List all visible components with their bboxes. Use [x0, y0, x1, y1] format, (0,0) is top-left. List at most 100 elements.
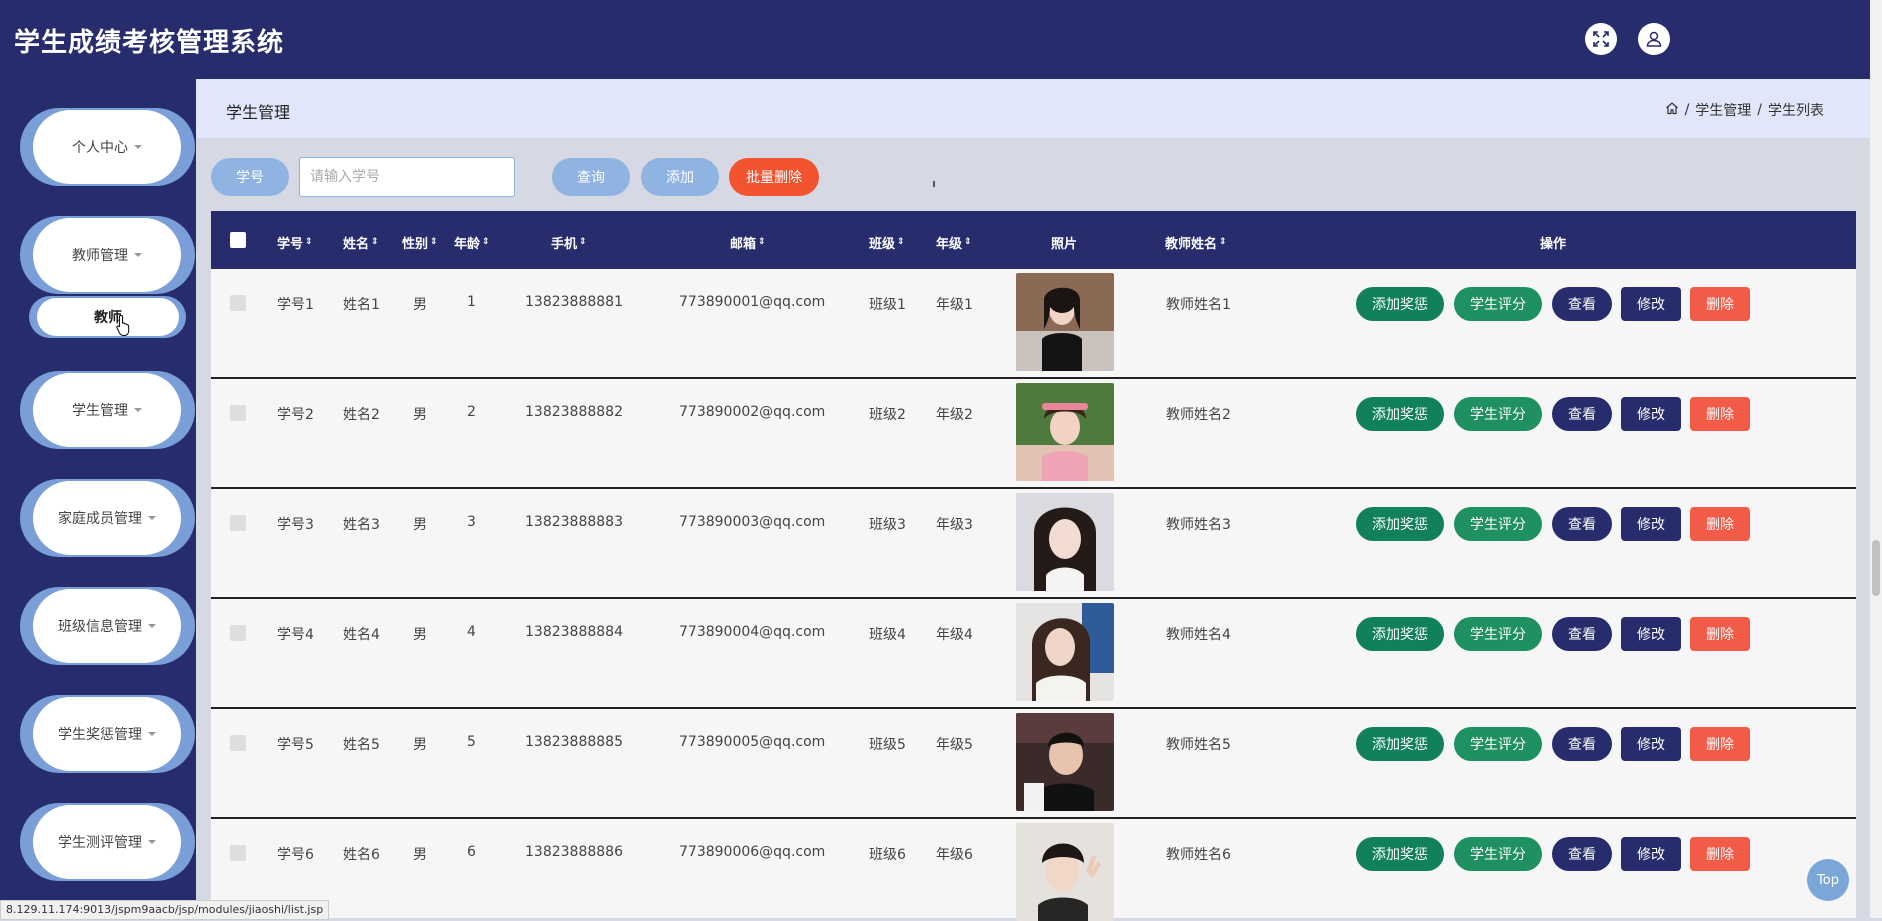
score-button[interactable]: 学生评分 [1454, 397, 1542, 431]
delete-button[interactable]: 删除 [1690, 397, 1750, 431]
back-to-top-button[interactable]: Top [1807, 859, 1849, 901]
score-button[interactable]: 学生评分 [1454, 507, 1542, 541]
cell-name: 姓名2 [343, 407, 380, 423]
batch-delete-button[interactable]: 批量删除 [729, 158, 819, 196]
edit-button[interactable]: 修改 [1621, 397, 1681, 431]
edit-button[interactable]: 修改 [1621, 727, 1681, 761]
add-button[interactable]: 添加 [641, 158, 719, 196]
top-header: 学生成绩考核管理系统 [0, 0, 1870, 79]
delete-button[interactable]: 删除 [1690, 287, 1750, 321]
scrollbar-thumb[interactable] [1872, 540, 1880, 596]
view-button[interactable]: 查看 [1552, 397, 1612, 431]
th-label: 性别 [402, 237, 429, 252]
view-button[interactable]: 查看 [1552, 727, 1612, 761]
view-button[interactable]: 查看 [1552, 837, 1612, 871]
th-email[interactable]: 邮箱 ⇕ [730, 233, 766, 252]
th-age[interactable]: 年龄 ⇕ [454, 233, 490, 252]
search-input[interactable] [299, 157, 515, 197]
th-class[interactable]: 班级 ⇕ [869, 233, 905, 252]
sidebar-item-family-management[interactable]: 家庭成员管理 [20, 479, 195, 557]
table-row: 学号6 姓名6 男 6 13823888886 773890006@qq.com… [211, 819, 1856, 921]
view-button[interactable]: 查看 [1552, 507, 1612, 541]
caret-down-icon [148, 624, 156, 628]
query-button[interactable]: 查询 [552, 158, 630, 196]
row-checkbox[interactable] [230, 845, 246, 861]
app-title: 学生成绩考核管理系统 [14, 28, 285, 58]
cell-grade: 年级3 [936, 517, 973, 533]
breadcrumb-item-current: 学生列表 [1768, 103, 1824, 119]
th-name[interactable]: 姓名 ⇕ [343, 233, 379, 252]
cell-phone: 13823888885 [525, 734, 623, 750]
view-button[interactable]: 查看 [1552, 617, 1612, 651]
th-grade[interactable]: 年级 ⇕ [936, 233, 972, 252]
edit-button[interactable]: 修改 [1621, 837, 1681, 871]
view-button[interactable]: 查看 [1552, 287, 1612, 321]
breadcrumb-item[interactable]: 学生管理 [1695, 100, 1751, 120]
th-label: 年级 [936, 237, 963, 252]
th-gender[interactable]: 性别 ⇕ [402, 233, 438, 252]
cell-grade: 年级4 [936, 627, 973, 643]
add-reward-button[interactable]: 添加奖惩 [1356, 507, 1444, 541]
edit-button[interactable]: 修改 [1621, 287, 1681, 321]
cell-teacher: 教师姓名5 [1166, 737, 1231, 753]
user-icon[interactable] [1638, 23, 1670, 55]
breadcrumb-separator: / [1757, 102, 1762, 118]
fullscreen-icon[interactable] [1585, 23, 1617, 55]
th-label: 班级 [869, 237, 896, 252]
th-phone[interactable]: 手机 ⇕ [551, 233, 587, 252]
th-teacher[interactable]: 教师姓名 ⇕ [1165, 233, 1227, 252]
add-reward-button[interactable]: 添加奖惩 [1356, 727, 1444, 761]
edit-button[interactable]: 修改 [1621, 507, 1681, 541]
sidebar-item-personal-center[interactable]: 个人中心 [20, 108, 195, 186]
sort-icon: ⇕ [964, 237, 972, 247]
cell-student-no: 学号2 [277, 407, 314, 423]
score-button[interactable]: 学生评分 [1454, 727, 1542, 761]
cell-gender: 男 [413, 847, 427, 863]
sidebar-item-label: 学生管理 [72, 403, 128, 419]
delete-button[interactable]: 删除 [1690, 507, 1750, 541]
cell-gender: 男 [413, 297, 427, 313]
page-scrollbar[interactable] [1870, 0, 1882, 918]
th-actions: 操作 [1540, 233, 1566, 252]
sidebar-item-teacher-management[interactable]: 教师管理 [20, 216, 195, 294]
add-reward-button[interactable]: 添加奖惩 [1356, 287, 1444, 321]
caret-down-icon [148, 840, 156, 844]
score-button[interactable]: 学生评分 [1454, 837, 1542, 871]
breadcrumb: / 学生管理 / 学生列表 [1665, 100, 1824, 120]
score-button[interactable]: 学生评分 [1454, 617, 1542, 651]
th-label: 手机 [551, 237, 578, 252]
sidebar-item-label: 个人中心 [72, 140, 128, 156]
add-reward-button[interactable]: 添加奖惩 [1356, 837, 1444, 871]
cell-grade: 年级5 [936, 737, 973, 753]
cell-student-no: 学号6 [277, 847, 314, 863]
select-all-checkbox[interactable] [230, 232, 246, 248]
sidebar-item-class-management[interactable]: 班级信息管理 [20, 587, 195, 665]
cell-student-no: 学号4 [277, 627, 314, 643]
cell-teacher: 教师姓名6 [1166, 847, 1231, 863]
th-student-no[interactable]: 学号 ⇕ [277, 233, 313, 252]
sidebar-item-evaluation-management[interactable]: 学生测评管理 [20, 803, 195, 881]
home-icon[interactable] [1665, 101, 1679, 119]
th-label: 邮箱 [730, 237, 757, 252]
score-button[interactable]: 学生评分 [1454, 287, 1542, 321]
delete-button[interactable]: 删除 [1690, 837, 1750, 871]
edit-button[interactable]: 修改 [1621, 617, 1681, 651]
row-checkbox[interactable] [230, 625, 246, 641]
delete-button[interactable]: 删除 [1690, 727, 1750, 761]
cell-email: 773890003@qq.com [679, 514, 826, 530]
cell-phone: 13823888881 [525, 294, 623, 310]
delete-button[interactable]: 删除 [1690, 617, 1750, 651]
add-reward-button[interactable]: 添加奖惩 [1356, 397, 1444, 431]
sort-icon: ⇕ [305, 237, 313, 247]
row-checkbox[interactable] [230, 405, 246, 421]
th-label: 操作 [1540, 237, 1567, 252]
row-checkbox[interactable] [230, 735, 246, 751]
sidebar-item-label: 家庭成员管理 [58, 511, 142, 527]
cell-name: 姓名5 [343, 737, 380, 753]
sidebar-item-student-management[interactable]: 学生管理 [20, 371, 195, 449]
sidebar-item-reward-management[interactable]: 学生奖惩管理 [20, 695, 195, 773]
submenu-item-teacher[interactable]: 教师 [29, 296, 186, 338]
add-reward-button[interactable]: 添加奖惩 [1356, 617, 1444, 651]
row-checkbox[interactable] [230, 515, 246, 531]
row-checkbox[interactable] [230, 295, 246, 311]
